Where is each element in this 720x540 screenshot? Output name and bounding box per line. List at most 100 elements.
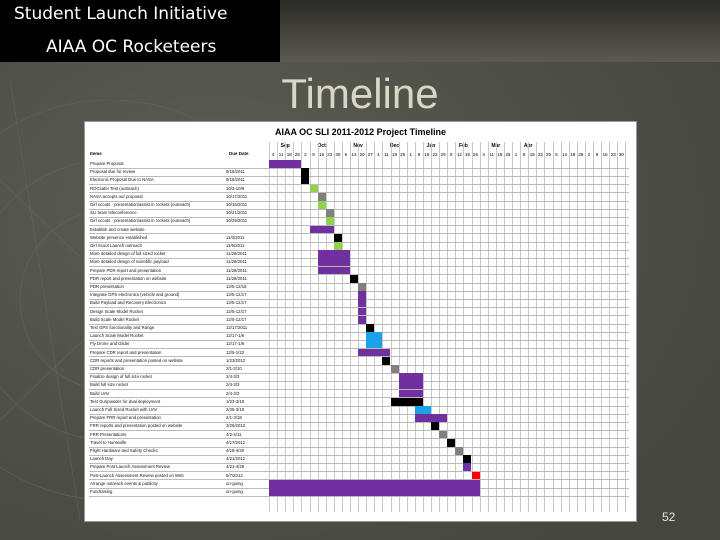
header-subtitle: AIAA OC Rocketeers <box>46 37 217 57</box>
task-due-date: 1/23-3/10 <box>226 398 245 404</box>
header-title: Student Launch Initiative <box>14 4 228 24</box>
task-name: Flight Hardware and Safety Checks <box>90 448 158 453</box>
day-header: 18 <box>497 152 503 157</box>
day-header: 23 <box>327 152 333 157</box>
due-date-column-header: Due Date <box>229 151 249 156</box>
task-due-date: 2/4-3/3 <box>226 382 240 388</box>
task-bar <box>269 479 480 488</box>
task-due-date: 11/5/2011 <box>226 243 245 248</box>
task-bar <box>325 217 334 226</box>
task-name: Integrate GPS electronics (vehicle and g… <box>90 292 180 298</box>
task-bar <box>358 348 391 357</box>
day-header: 2 <box>304 152 307 157</box>
task-bar <box>269 160 302 168</box>
task-bar <box>317 192 326 201</box>
task-due-date: 11/28/2011 <box>226 251 247 257</box>
day-header: 4 <box>482 152 485 157</box>
task-due-date: 2/1-3/18 <box>226 415 242 421</box>
day-header: 25 <box>505 152 511 157</box>
day-header: 29 <box>440 152 446 157</box>
task-name: Build Payload and Recovery Electronics <box>90 300 167 306</box>
day-header: 16 <box>319 152 325 157</box>
task-bar <box>350 274 359 283</box>
task-due-date: 4/2-4/11 <box>226 431 242 437</box>
task-name: ROCsafer Test (outreach) <box>90 185 139 191</box>
task-due-date: 4/21/2012 <box>226 456 246 462</box>
task-bar <box>471 471 480 480</box>
task-name: Launch Scale Model Rocket <box>90 333 144 339</box>
timeline-gantt-image: AIAA OC SLI 2011-2012 Project Timeline I… <box>84 121 637 522</box>
task-name: Prepare FRR report and presentation <box>90 415 161 421</box>
day-header: 9 <box>312 152 315 157</box>
task-due-date: 2/1-2/10 <box>226 366 242 371</box>
task-bar <box>447 438 456 447</box>
day-header: 27 <box>367 152 373 157</box>
day-header: 25 <box>400 152 406 157</box>
items-column-header: Items <box>90 151 102 156</box>
task-due-date: 10/3-10/9 <box>226 185 245 191</box>
task-due-date: 12/5-12/16 <box>226 284 247 289</box>
gantt-title: AIAA OC SLI 2011-2012 Project Timeline <box>274 127 447 137</box>
task-name: Post-Launch Assessment Review posted on … <box>90 472 184 478</box>
task-due-date: 1/23/2012 <box>226 357 246 363</box>
task-bar <box>358 315 367 324</box>
task-name: Prepare Proposal <box>90 161 124 166</box>
task-name: Fundraising <box>90 489 113 494</box>
task-due-date: 4/18-4/20 <box>226 448 245 453</box>
task-due-date: 10/15/2011 <box>226 202 248 207</box>
month-header: Oct <box>317 143 326 149</box>
day-header: 26 <box>578 152 584 157</box>
task-name: FRR reports and presentation posted on w… <box>90 423 183 429</box>
task-name: FRR Presentations <box>90 431 127 437</box>
task-name: Launch Day <box>90 456 113 462</box>
task-bar <box>463 455 472 463</box>
day-header: 9 <box>595 152 599 157</box>
day-header: 18 <box>286 152 292 157</box>
day-header: 18 <box>392 152 398 157</box>
task-due-date: 4/21-4/28 <box>226 464 245 470</box>
task-name: Prepare Post Launch Assessment Review <box>90 464 171 470</box>
day-header: 11 <box>278 152 284 157</box>
task-due-date: 12/5-12/17 <box>226 292 247 298</box>
task-due-date: 12/17-1/6 <box>226 341 245 347</box>
task-bar <box>439 430 448 439</box>
task-bar <box>309 184 318 193</box>
day-header: 1 <box>409 152 412 157</box>
day-header: 22 <box>432 152 438 157</box>
task-bar <box>463 463 472 472</box>
task-due-date: 11/28/2011 <box>226 259 247 265</box>
day-header: 6 <box>344 152 348 157</box>
task-name: Launch Full Sized Rocket with UAV <box>90 407 158 412</box>
task-due-date: 12/5-12/17 <box>226 300 247 306</box>
gantt-row: Fundraising on-going <box>89 488 629 497</box>
task-bar <box>431 422 440 431</box>
task-name: Test Gunpowder for dual deployment <box>90 398 161 404</box>
task-name: NASA accepts our proposal <box>90 193 143 199</box>
task-name: Girl scouts - presentation/assist in roc… <box>90 202 191 207</box>
day-header: 12 <box>456 152 462 157</box>
task-bar <box>325 209 334 217</box>
task-due-date: on-going <box>226 480 243 486</box>
task-bar <box>301 168 310 176</box>
task-name: SLI team teleconference <box>90 210 137 216</box>
task-due-date: 12/17/2011 <box>226 325 248 330</box>
task-bar <box>390 365 399 373</box>
task-name: CDR reports and presentation posted on w… <box>90 357 183 363</box>
task-due-date: 9/15/2011 <box>226 169 245 175</box>
day-header: 23 <box>610 152 616 157</box>
task-name: Electronic Proposal Due to NASA <box>90 177 154 183</box>
task-name: Build Scale Model Rocket <box>90 316 139 322</box>
day-header: 12 <box>562 152 568 157</box>
task-due-date: 10/29/2011 <box>226 218 248 224</box>
task-due-date: 11/28/2011 <box>226 267 247 273</box>
task-bar <box>414 414 448 422</box>
task-bar <box>317 266 350 275</box>
task-name: More detailed design of scientific paylo… <box>90 259 169 265</box>
day-header: 5 <box>555 152 558 157</box>
day-header: 8 <box>522 152 526 157</box>
day-header: 4 <box>377 152 380 157</box>
task-bar <box>414 406 431 414</box>
day-header: 25 <box>294 152 300 157</box>
task-bar <box>382 356 391 365</box>
task-bar <box>455 447 464 455</box>
